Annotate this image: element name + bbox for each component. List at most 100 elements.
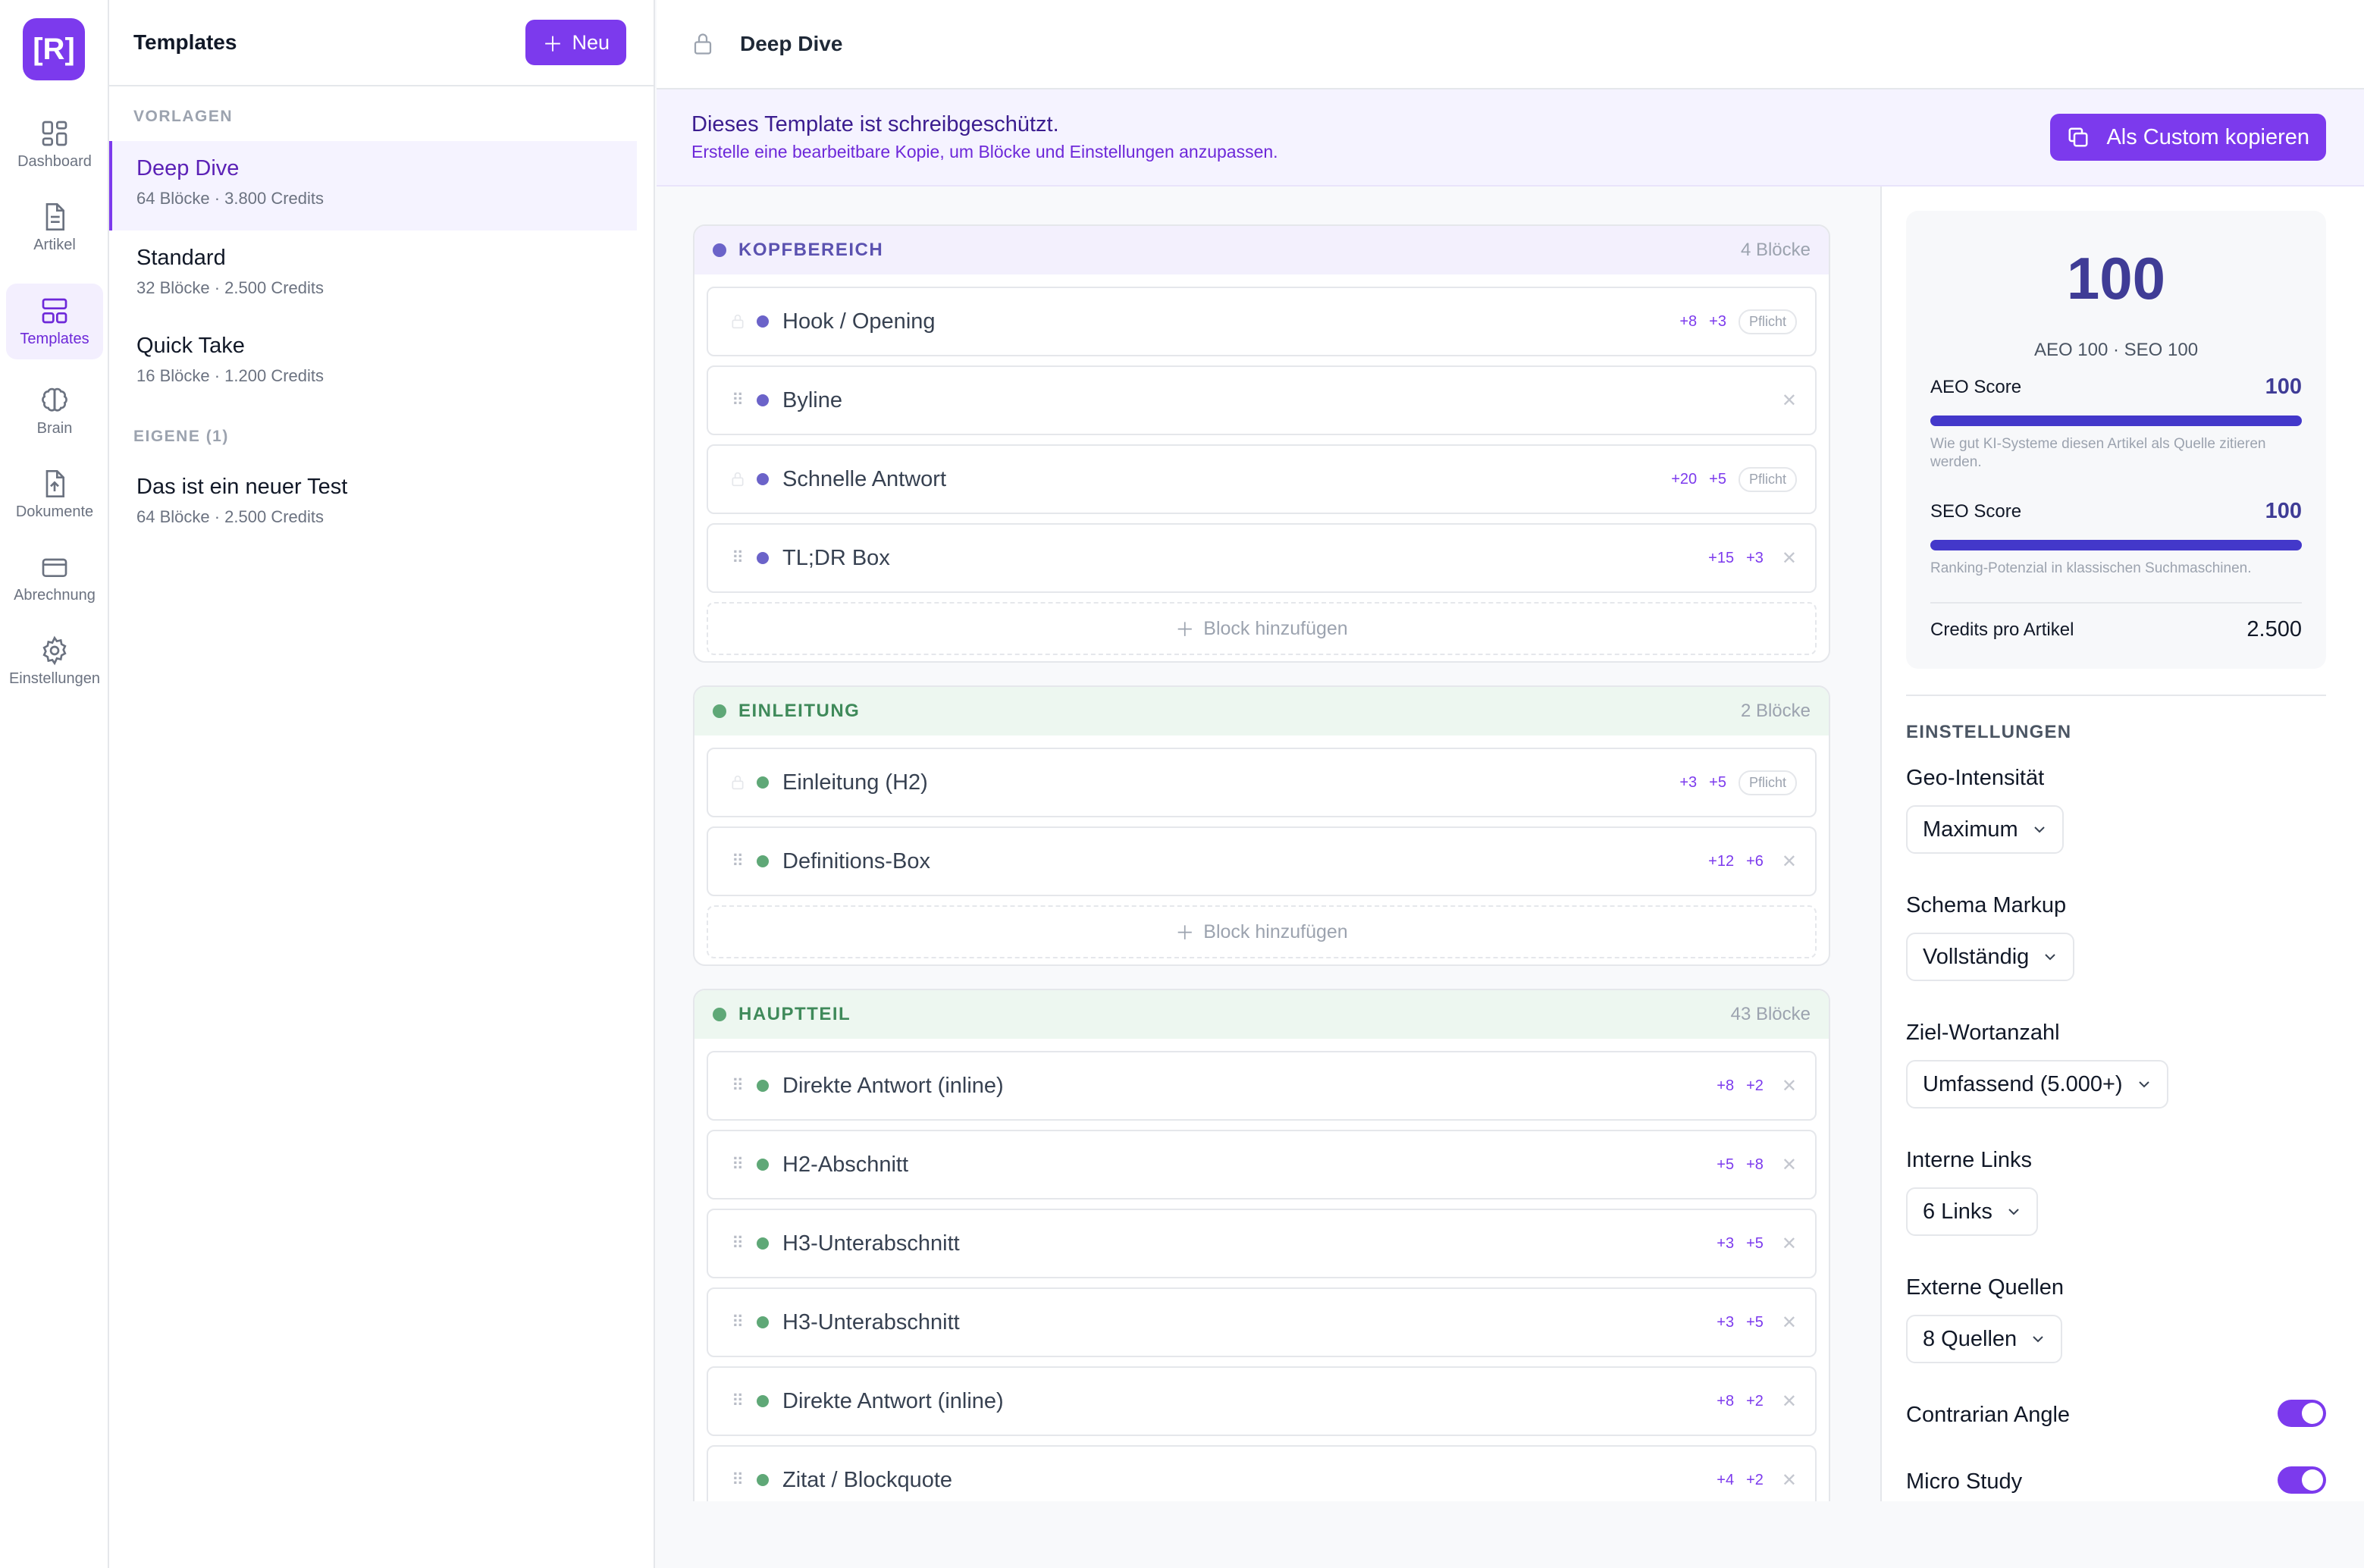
template-item-deep-dive[interactable]: Deep Dive 64 Blöcke · 3.800 Credits	[109, 141, 637, 230]
template-item-standard[interactable]: Standard 32 Blöcke · 2.500 Credits	[109, 230, 637, 320]
group-title-wrap: EINLEITUNG	[713, 701, 860, 722]
template-item-custom[interactable]: Das ist ein neuer Test 64 Blöcke · 2.500…	[109, 459, 637, 549]
block-row[interactable]: ⠿ H3-Unterabschnitt +3 +5 ✕	[707, 1287, 1817, 1357]
contrarian-angle-toggle[interactable]	[2278, 1400, 2326, 1427]
aeo-hint: Wie gut KI-Systeme diesen Artikel als Qu…	[1930, 436, 2266, 470]
schema-markup-select[interactable]: Vollständig	[1906, 933, 2075, 981]
block-row[interactable]: ⠿ H3-Unterabschnitt +3 +5 ✕	[707, 1209, 1817, 1278]
seo-score-delta: +5	[1746, 1313, 1764, 1331]
seo-score-delta: +5	[1709, 773, 1726, 791]
nav-einstellungen[interactable]: Einstellungen	[6, 623, 103, 699]
aeo-value: 100	[2265, 375, 2302, 399]
new-template-button[interactable]: ＋ Neu	[525, 20, 626, 65]
chevron-down-icon	[2138, 1081, 2149, 1088]
remove-block-icon[interactable]: ✕	[1782, 547, 1797, 569]
plus-icon: ＋	[542, 33, 563, 56]
external-sources-select[interactable]: 8 Quellen	[1906, 1315, 2063, 1363]
schema-markup-value: Vollständig	[1923, 944, 2030, 969]
remove-block-icon[interactable]: ✕	[1782, 1075, 1797, 1097]
drag-handle-icon[interactable]: ⠿	[729, 850, 746, 873]
micro-study-label: Micro Study	[1906, 1469, 2023, 1494]
block-dot	[757, 552, 769, 564]
aeo-score-delta: +12	[1708, 852, 1735, 870]
remove-block-icon[interactable]: ✕	[1782, 1154, 1797, 1176]
drag-handle-icon[interactable]: ⠿	[729, 547, 746, 569]
internal-links-select[interactable]: 6 Links	[1906, 1187, 2038, 1236]
remove-block-icon[interactable]: ✕	[1782, 390, 1797, 412]
nav-rail: [R] Dashboard Artikel Templates Brain Do…	[0, 0, 109, 1568]
drag-handle-icon[interactable]: ⠿	[729, 1074, 746, 1097]
drag-handle-icon[interactable]: ⠿	[729, 389, 746, 412]
nav-label: Abrechnung	[14, 586, 96, 604]
credits-row: Credits pro Artikel 2.500	[1930, 617, 2302, 642]
block-name: Einleitung (H2)	[782, 770, 928, 795]
add-block-button[interactable]: ＋ Block hinzufügen	[707, 905, 1817, 958]
aeo-score-delta: +3	[1679, 773, 1698, 791]
block-name: Definitions-Box	[782, 848, 931, 873]
seo-score-delta: +2	[1746, 1077, 1764, 1094]
block-row[interactable]: Hook / Opening +8 +3 Pflicht	[707, 287, 1817, 356]
block-name: TL;DR Box	[782, 545, 890, 570]
nav-dashboard[interactable]: Dashboard	[6, 106, 103, 182]
block-row[interactable]: ⠿ H2-Abschnitt +5 +8 ✕	[707, 1130, 1817, 1200]
lock-icon	[729, 771, 746, 794]
group-header: HAUPTTEIL 43 Blöcke	[694, 990, 1829, 1039]
block-row[interactable]: ⠿ Definitions-Box +12 +6 ✕	[707, 826, 1817, 896]
templates-title: Templates	[133, 30, 237, 54]
group-title: KOPFBEREICH	[738, 240, 884, 260]
add-block-button[interactable]: ＋ Block hinzufügen	[707, 602, 1817, 655]
score-divider	[1930, 602, 2302, 604]
drag-handle-icon[interactable]: ⠿	[729, 1390, 746, 1413]
group-count: 2 Blöcke	[1740, 701, 1811, 721]
nav-abrechnung[interactable]: Abrechnung	[6, 540, 103, 616]
drag-handle-icon[interactable]: ⠿	[729, 1232, 746, 1255]
micro-study-toggle[interactable]	[2278, 1466, 2326, 1494]
settings-heading: EINSTELLUNGEN	[1906, 722, 2072, 742]
block-row[interactable]: ⠿ Zitat / Blockquote +4 +2 ✕	[707, 1445, 1817, 1501]
block-row[interactable]: ⠿ Byline ✕	[707, 365, 1817, 435]
remove-block-icon[interactable]: ✕	[1782, 1312, 1797, 1334]
block-row[interactable]: ⠿ TL;DR Box +15 +3 ✕	[707, 523, 1817, 593]
drag-handle-icon[interactable]: ⠿	[729, 1469, 746, 1491]
settings-panel: 100 AEO 100 · SEO 100 AEO Score 100 Wie …	[1880, 187, 2364, 1501]
aeo-score-row: AEO Score 100	[1930, 375, 2302, 400]
block-name: Schnelle Antwort	[782, 466, 947, 491]
copy-as-custom-button[interactable]: Als Custom kopieren	[2050, 114, 2326, 161]
copy-button-label: Als Custom kopieren	[2106, 124, 2309, 149]
block-dot	[757, 1080, 769, 1092]
remove-block-icon[interactable]: ✕	[1782, 851, 1797, 873]
block-row[interactable]: ⠿ Direkte Antwort (inline) +8 +2 ✕	[707, 1051, 1817, 1121]
block-row[interactable]: ⠿ Direkte Antwort (inline) +8 +2 ✕	[707, 1366, 1817, 1436]
geo-intensity-select[interactable]: Maximum	[1906, 805, 2064, 854]
app-logo[interactable]: [R]	[23, 18, 85, 80]
seo-score-delta: +5	[1746, 1234, 1764, 1252]
nav-dokumente[interactable]: Dokumente	[6, 456, 103, 532]
word-count-select[interactable]: Umfassend (5.000+)	[1906, 1060, 2168, 1109]
remove-block-icon[interactable]: ✕	[1782, 1469, 1797, 1491]
drag-handle-icon[interactable]: ⠿	[729, 1311, 746, 1334]
aeo-label: AEO Score	[1930, 376, 2022, 397]
aeo-score-delta: +3	[1717, 1313, 1735, 1331]
remove-block-icon[interactable]: ✕	[1782, 1391, 1797, 1413]
group-title-wrap: HAUPTTEIL	[713, 1004, 851, 1025]
nav-templates[interactable]: Templates	[6, 284, 103, 359]
block-name: Direkte Antwort (inline)	[782, 1073, 1004, 1098]
drag-handle-icon[interactable]: ⠿	[729, 1153, 746, 1176]
credit-card-icon	[42, 558, 67, 577]
nav-artikel[interactable]: Artikel	[6, 190, 103, 265]
seo-score-delta: +8	[1746, 1156, 1764, 1173]
remove-block-icon[interactable]: ✕	[1782, 1233, 1797, 1255]
template-item-quick-take[interactable]: Quick Take 16 Blöcke · 1.200 Credits	[109, 318, 637, 408]
template-name: Quick Take	[136, 334, 245, 358]
nav-brain[interactable]: Brain	[6, 373, 103, 449]
nav-label: Dokumente	[15, 503, 94, 520]
gear-icon	[42, 635, 67, 665]
block-name: H2-Abschnitt	[782, 1152, 909, 1177]
seo-progress-bar	[1930, 540, 2302, 550]
block-row[interactable]: Schnelle Antwort +20 +5 Pflicht	[707, 444, 1817, 514]
add-block-label: Block hinzufügen	[1203, 920, 1348, 942]
block-row[interactable]: Einleitung (H2) +3 +5 Pflicht	[707, 748, 1817, 817]
nav-label: Brain	[36, 419, 73, 437]
template-name: Deep Dive	[136, 156, 240, 180]
banner-text: Erstelle eine bearbeitbare Kopie, um Blö…	[691, 142, 1278, 162]
